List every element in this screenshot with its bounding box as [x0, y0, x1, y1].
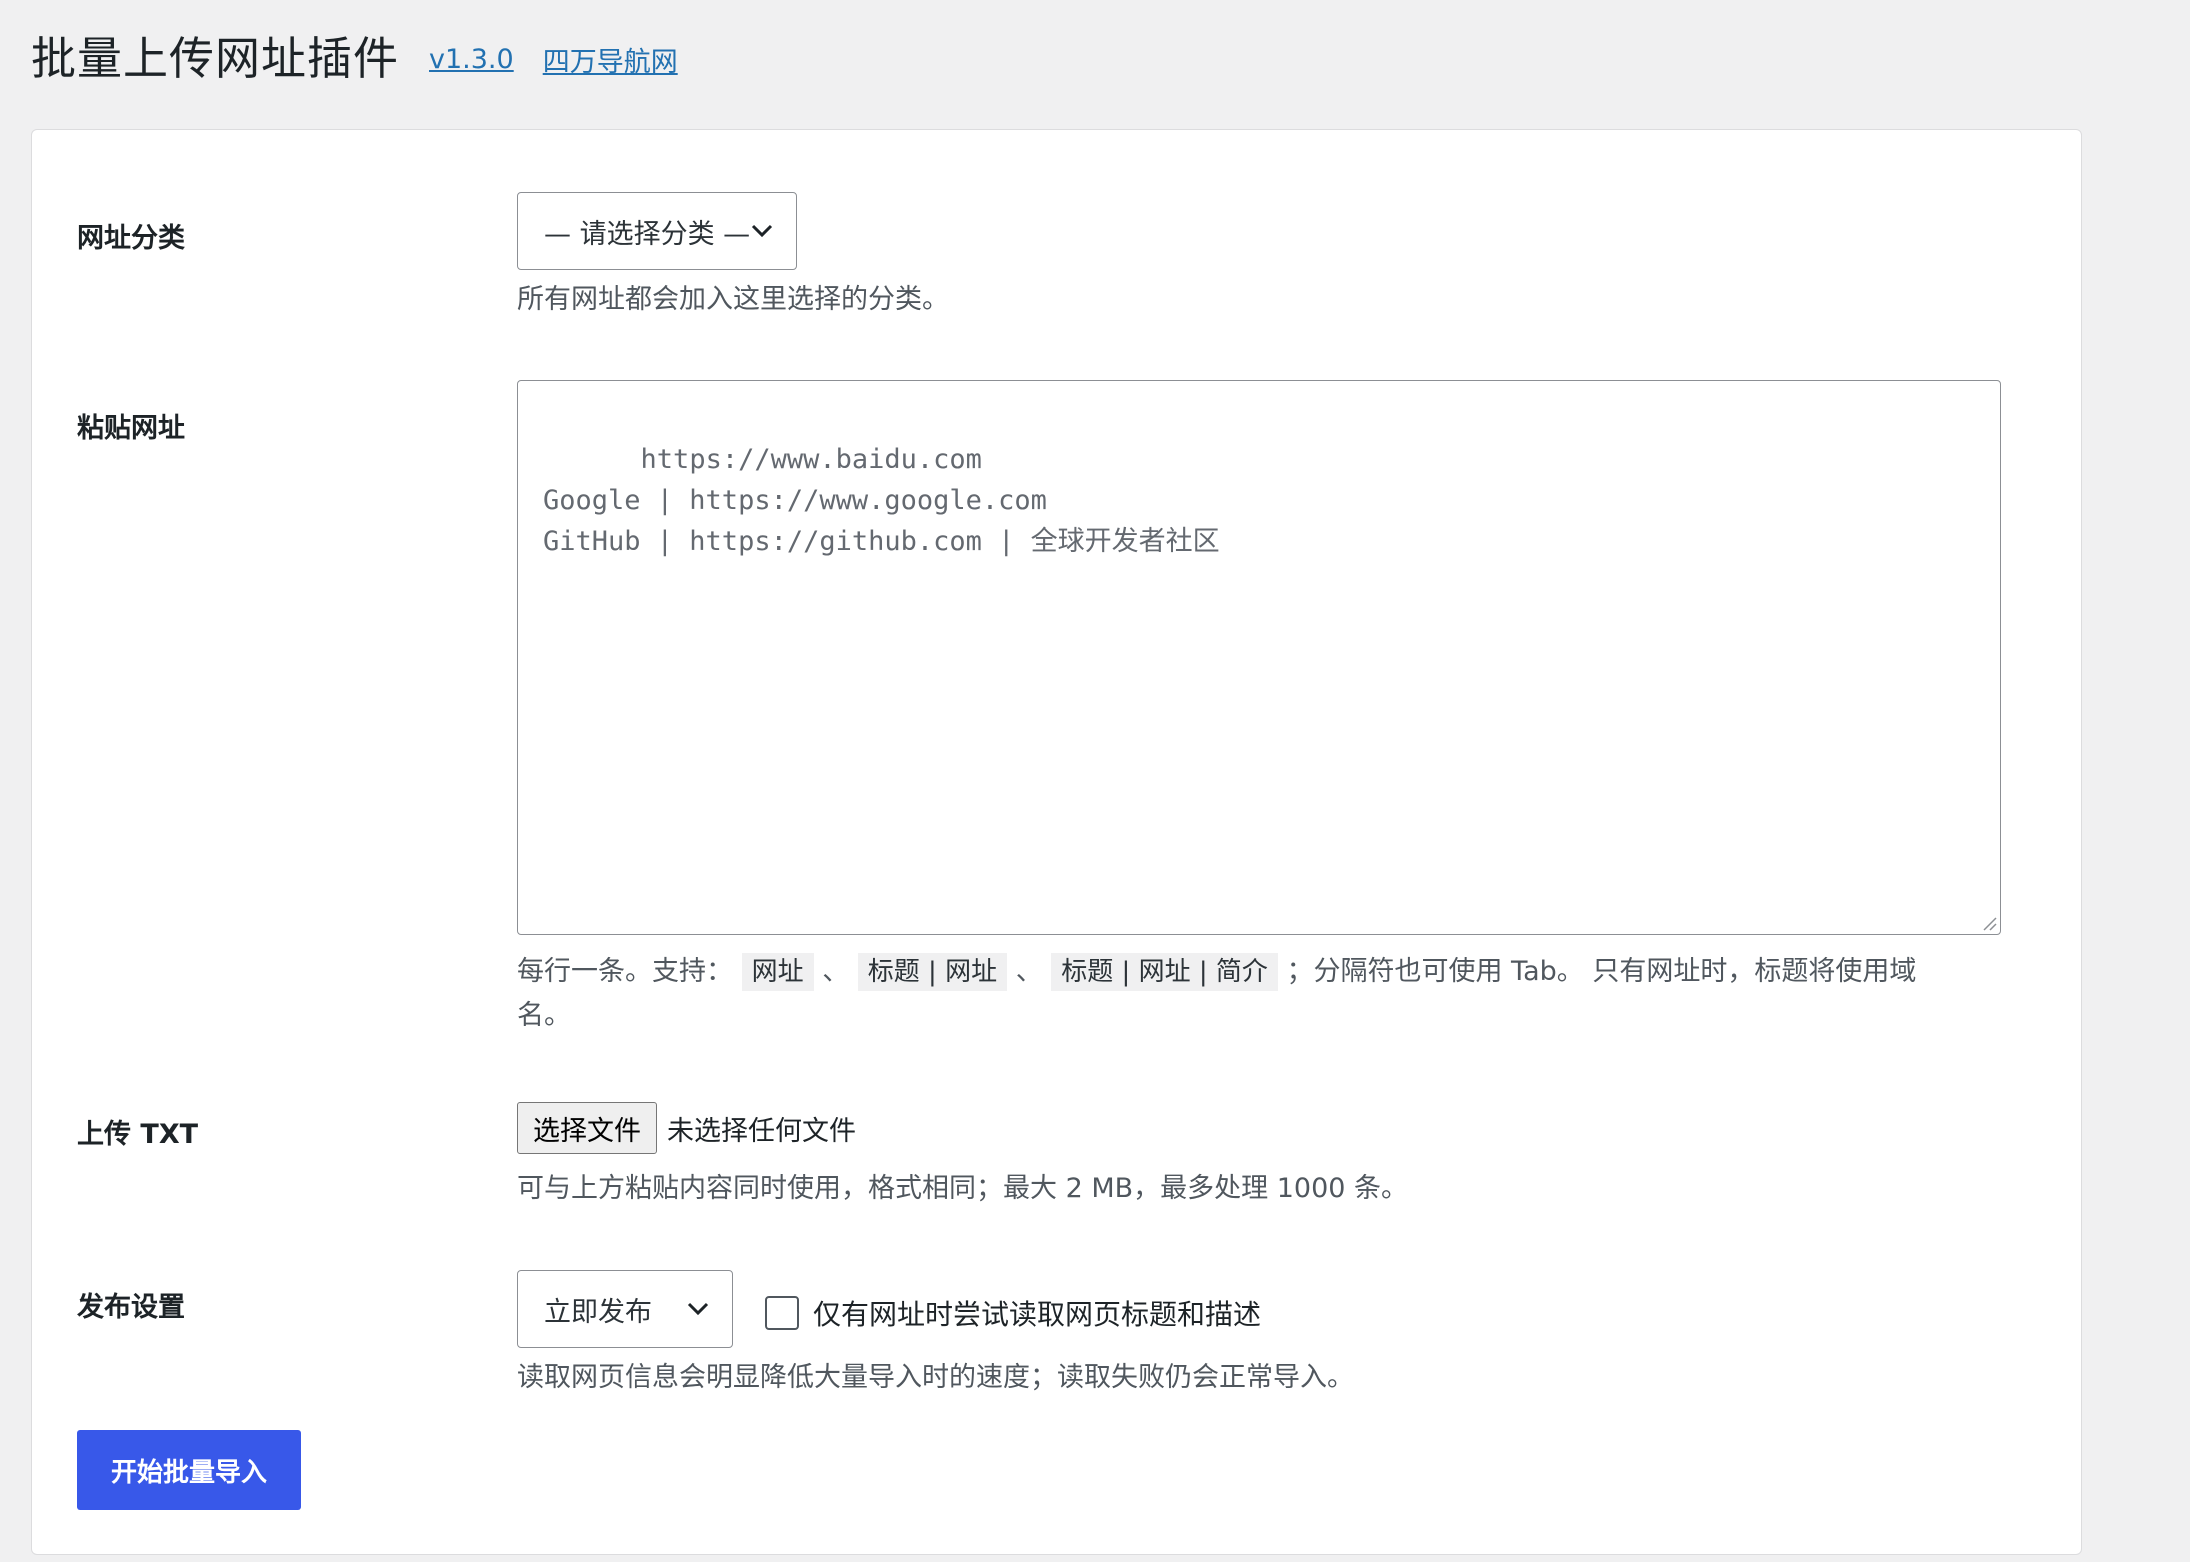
paste-help-prefix: 每行一条。支持： [517, 956, 733, 987]
page-title: 批量上传网址插件 [31, 31, 400, 85]
format-code-1: 网址 [741, 953, 814, 991]
publish-select-value: 立即发布 [544, 1296, 652, 1328]
urls-textarea[interactable]: https://www.baidu.com Google | https://w… [517, 380, 2001, 935]
paste-help-line-1: 每行一条。支持： 网址 、 标题 | 网址 、 标题 | 网址 | 简介 ；分隔… [517, 950, 2017, 994]
upload-description: 可与上方粘贴内容同时使用，格式相同；最大 2 MB，最多处理 1000 条。 [517, 1173, 1409, 1204]
format-separator-1: 、 [822, 956, 850, 987]
format-code-3: 标题 | 网址 | 简介 [1051, 953, 1278, 991]
start-import-button[interactable]: 开始批量导入 [77, 1430, 301, 1510]
paste-help-line-2: 名。 [517, 1000, 571, 1031]
paste-label: 粘贴网址 [77, 413, 185, 444]
fetch-meta-checkbox-label[interactable]: 仅有网址时尝试读取网页标题和描述 [813, 1293, 1261, 1333]
fetch-meta-option[interactable]: 仅有网址时尝试读取网页标题和描述 [765, 1293, 1261, 1333]
publish-label: 发布设置 [77, 1292, 185, 1323]
fetch-meta-checkbox[interactable] [765, 1296, 799, 1330]
import-form-card: 网址分类 — 请选择分类 — 所有网址都会加入这里选择的分类。 粘贴网址 htt… [31, 129, 2082, 1555]
format-code-2: 标题 | 网址 [857, 953, 1008, 991]
file-input[interactable]: 选择文件 未选择任何文件 [517, 1102, 856, 1154]
publish-select[interactable]: 立即发布 [517, 1270, 733, 1348]
chevron-down-icon [751, 224, 773, 238]
paste-help: 每行一条。支持： 网址 、 标题 | 网址 、 标题 | 网址 | 简介 ；分隔… [517, 950, 2017, 1038]
publish-description: 读取网页信息会明显降低大量导入时的速度；读取失败仍会正常导入。 [517, 1362, 1354, 1393]
category-label: 网址分类 [77, 223, 185, 254]
format-separator-2: 、 [1015, 956, 1043, 987]
choose-file-button[interactable]: 选择文件 [517, 1102, 657, 1154]
paste-help-suffix: ；分隔符也可使用 Tab。 只有网址时，标题将使用域 [1286, 956, 1917, 987]
category-description: 所有网址都会加入这里选择的分类。 [517, 284, 949, 315]
file-status: 未选择任何文件 [667, 1115, 856, 1147]
resize-handle-icon[interactable] [1981, 915, 1997, 931]
site-link[interactable]: 四万导航网 [543, 40, 678, 79]
chevron-down-icon [687, 1302, 709, 1316]
plugin-page: 批量上传网址插件 v1.3.0 四万导航网 网址分类 — 请选择分类 — 所有网… [0, 0, 2190, 1562]
page-header: 批量上传网址插件 v1.3.0 四万导航网 [31, 22, 678, 86]
upload-label: 上传 TXT [77, 1119, 199, 1150]
urls-textarea-placeholder: https://www.baidu.com Google | https://w… [543, 444, 1220, 557]
version-link[interactable]: v1.3.0 [429, 44, 514, 75]
category-select-value: — 请选择分类 — [544, 218, 751, 250]
category-select[interactable]: — 请选择分类 — [517, 192, 797, 270]
